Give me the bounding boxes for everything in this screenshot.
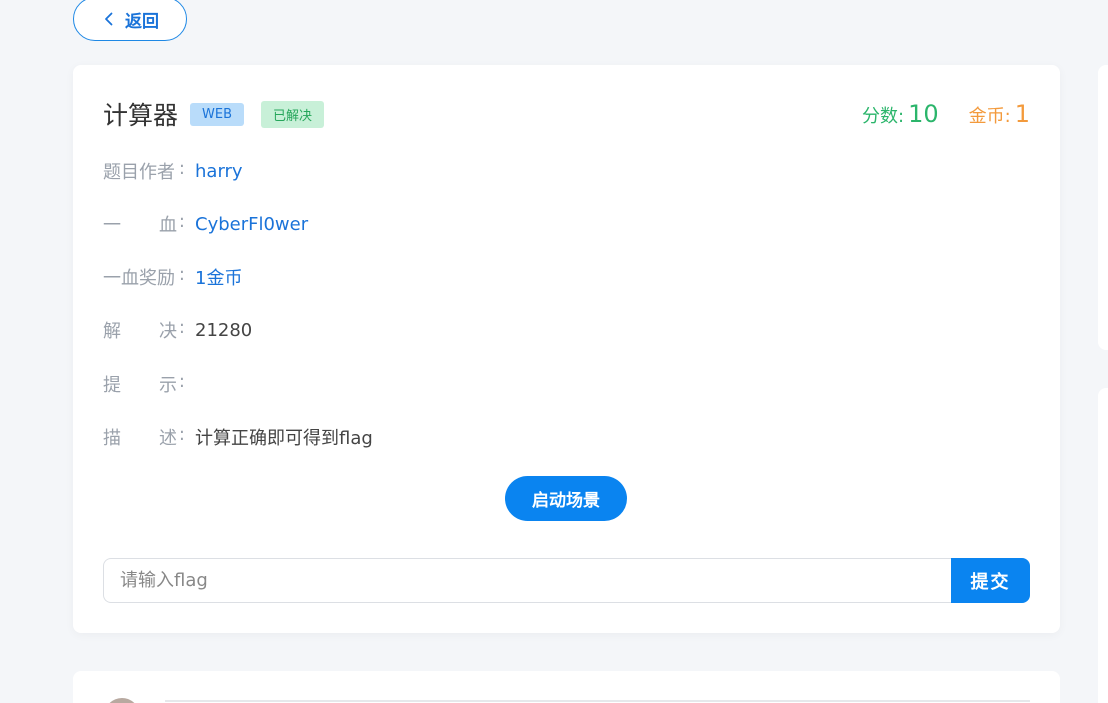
challenge-title: 计算器 bbox=[103, 101, 179, 130]
chevron-left-icon bbox=[105, 12, 113, 26]
flag-input[interactable] bbox=[103, 558, 951, 603]
comment-input-edge[interactable] bbox=[165, 700, 1030, 702]
coin-label: 金币: bbox=[968, 106, 1011, 127]
solves-row: 解 决 : 21280 bbox=[103, 317, 253, 342]
category-tag: WEB bbox=[190, 102, 245, 126]
description-row: 描 述 : 计算正确即可得到flag bbox=[103, 424, 373, 449]
status-badge: 已解决 bbox=[261, 100, 325, 128]
start-scene-button[interactable]: 启动场景 bbox=[505, 476, 627, 521]
hint-row: 提 示 : bbox=[103, 371, 185, 396]
first-blood-user-link[interactable]: CyberFl0wer bbox=[195, 214, 308, 235]
challenge-card: 计算器 WEB 已解决 分数: 10 金币: 1 题目作者 : harry 一 … bbox=[73, 65, 1060, 633]
solves-count: 21280 bbox=[195, 319, 253, 341]
score-value: 10 bbox=[908, 100, 939, 128]
first-blood-reward-value: 1金币 bbox=[195, 268, 243, 289]
score-area: 分数: 10 金币: 1 bbox=[862, 100, 1030, 128]
first-blood-reward-label: 一血奖励 bbox=[103, 268, 175, 289]
coin-value: 1 bbox=[1014, 100, 1030, 128]
page: 返回 计算器 WEB 已解决 分数: 10 金币: 1 题目作者 : harry bbox=[0, 0, 1108, 703]
score-label: 分数: bbox=[862, 106, 905, 127]
side-card bbox=[1098, 65, 1108, 350]
author-row: 题目作者 : harry bbox=[103, 158, 243, 183]
first-blood-row: 一 血 : CyberFl0wer bbox=[103, 211, 309, 236]
author-link[interactable]: harry bbox=[195, 161, 243, 182]
first-blood-reward-row: 一血奖励 : 1金币 bbox=[103, 264, 243, 289]
back-button[interactable]: 返回 bbox=[73, 0, 187, 41]
side-card bbox=[1098, 388, 1108, 703]
submit-button[interactable]: 提交 bbox=[951, 558, 1030, 603]
author-label: 题目作者 bbox=[103, 162, 175, 183]
comment-card bbox=[73, 671, 1060, 703]
back-button-label: 返回 bbox=[125, 11, 159, 32]
description-value: 计算正确即可得到flag bbox=[195, 428, 373, 449]
challenge-header: 计算器 WEB 已解决 分数: 10 金币: 1 bbox=[103, 98, 1030, 130]
flag-submit-group: 提交 bbox=[103, 558, 1030, 603]
